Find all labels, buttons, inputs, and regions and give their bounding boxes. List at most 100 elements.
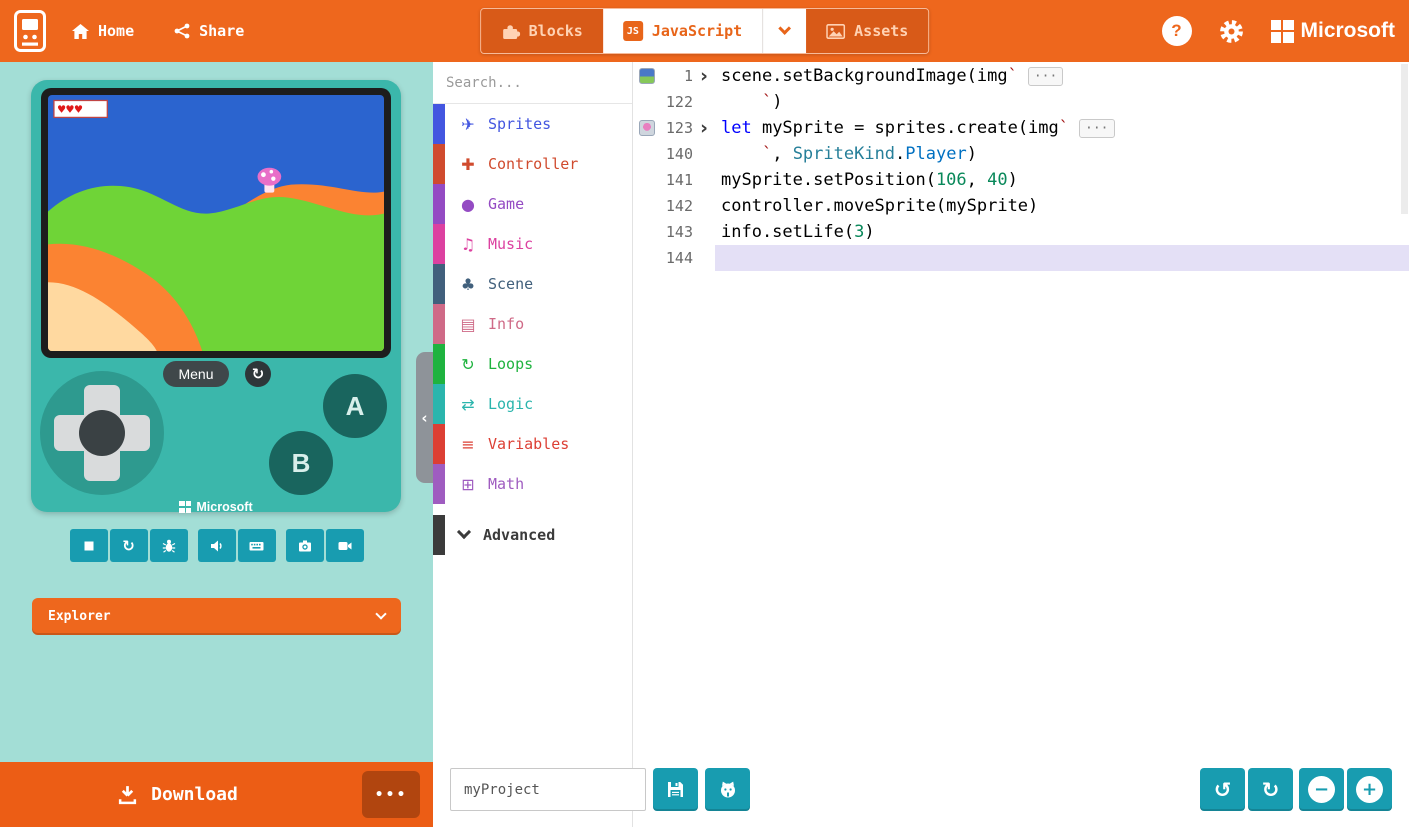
image-preview-glyph[interactable] — [639, 68, 655, 84]
toolbox-advanced[interactable]: Advanced — [433, 515, 632, 555]
download-label: Download — [151, 784, 238, 805]
toolbox-category-loops[interactable]: ↻Loops — [433, 344, 632, 384]
toolbox: ✈ Sprites ✚Controller●Game♫Music♣Scene ▤ Inf… — [433, 62, 633, 827]
code-line-140[interactable]: 140 `, SpriteKind.Player) — [634, 141, 1409, 167]
sim-restart-button[interactable]: ↻ — [110, 529, 148, 562]
category-color-strip — [433, 344, 445, 384]
code-line-143[interactable]: 143 info.setLife(3) — [634, 219, 1409, 245]
code-line-1[interactable]: 1›scene.setBackgroundImage(img`··· — [634, 63, 1409, 89]
toolbox-category-game[interactable]: ●Game — [433, 184, 632, 224]
download-options-button[interactable]: ••• — [362, 771, 420, 818]
home-button[interactable]: Home — [72, 22, 134, 40]
redo-button[interactable]: ↻ — [1248, 768, 1293, 811]
makecode-arcade-logo[interactable] — [14, 10, 46, 52]
search-input[interactable] — [446, 75, 625, 91]
sim-dpad[interactable] — [40, 371, 164, 495]
tab-blocks[interactable]: Blocks — [481, 9, 603, 53]
code-line-144[interactable]: 144 — [634, 245, 1409, 271]
toolbox-category-controller[interactable]: ✚Controller — [433, 144, 632, 184]
redo-icon: ↻ — [1262, 778, 1280, 802]
undo-button[interactable]: ↺ — [1200, 768, 1245, 811]
github-button[interactable] — [705, 768, 750, 811]
info-icon: ▤ — [457, 315, 479, 334]
scrollbar-thumb[interactable] — [1401, 64, 1408, 214]
sim-microsoft-logo: Microsoft — [31, 500, 401, 514]
advanced-label: Advanced — [483, 526, 555, 544]
sim-screenshot-button[interactable] — [286, 529, 324, 562]
folded-code-ellipsis[interactable]: ··· — [1028, 67, 1063, 86]
project-name-input[interactable] — [450, 768, 646, 811]
settings-button[interactable] — [1218, 18, 1245, 45]
sim-menu-button[interactable]: Menu — [163, 361, 229, 387]
microsoft-logo: Microsoft — [1271, 19, 1396, 43]
toolbox-category-logic[interactable]: ⇄Logic — [433, 384, 632, 424]
stop-icon — [81, 538, 97, 554]
save-project-button[interactable] — [653, 768, 698, 811]
chevron-down-icon — [457, 525, 471, 539]
category-color-strip — [433, 224, 445, 264]
line-number: 143 — [657, 223, 693, 241]
glyph-margin — [639, 94, 655, 110]
record-video-icon — [337, 538, 353, 554]
image-preview-glyph[interactable] — [639, 120, 655, 136]
code-line-141[interactable]: 141mySprite.setPosition(106, 40) — [634, 167, 1409, 193]
sim-button-b[interactable]: B — [269, 431, 333, 495]
folded-code-ellipsis[interactable]: ··· — [1079, 119, 1114, 138]
tab-assets[interactable]: Assets — [806, 9, 928, 53]
sim-refresh-button[interactable]: ↻ — [245, 361, 271, 387]
hearts: ♥♥♥ — [58, 101, 83, 116]
sim-debug-button[interactable] — [150, 529, 188, 562]
toolbox-category-sprites[interactable]: ✈ Sprites — [433, 104, 632, 144]
editor-scrollbar[interactable] — [1400, 62, 1409, 827]
variables-icon: ≡ — [457, 435, 479, 454]
code-line-122[interactable]: 122 `) — [634, 89, 1409, 115]
code-line-123[interactable]: 123›let mySprite = sprites.create(img`··… — [634, 115, 1409, 141]
dpad-center — [79, 410, 125, 456]
home-icon — [72, 24, 89, 39]
editor-mode-tabs: Blocks JS JavaScript Assets — [480, 8, 930, 54]
explorer-toggle[interactable]: Explorer — [32, 598, 401, 635]
simulator-panel: ♥♥♥ Menu ↻ A B Microsoft ‹ — [0, 62, 433, 827]
fold-arrow-icon[interactable]: › — [693, 117, 715, 139]
game-icon: ● — [457, 195, 479, 214]
sim-stop-button[interactable] — [70, 529, 108, 562]
fold-arrow-icon[interactable]: › — [693, 65, 715, 87]
language-dropdown-button[interactable] — [762, 9, 806, 53]
restart-icon: ↻ — [122, 537, 135, 555]
share-label: Share — [199, 22, 244, 40]
code-text: `, SpriteKind.Player) — [715, 141, 1409, 167]
tab-javascript[interactable]: JS JavaScript — [603, 9, 762, 53]
sim-button-a[interactable]: A — [323, 374, 387, 438]
code-line-142[interactable]: 142controller.moveSprite(mySprite) — [634, 193, 1409, 219]
toolbox-category-variables[interactable]: ≡Variables — [433, 424, 632, 464]
github-icon — [718, 780, 738, 799]
math-icon: ⊞ — [457, 475, 479, 494]
controller-icon: ✚ — [457, 155, 479, 174]
help-icon: ? — [1171, 21, 1181, 41]
category-label: Scene — [488, 275, 533, 293]
sim-record-gif-button[interactable] — [326, 529, 364, 562]
line-number: 140 — [657, 145, 693, 163]
sprites-icon: ✈ — [457, 115, 479, 134]
code-lines: 1›scene.setBackgroundImage(img`···122 `)… — [634, 62, 1409, 271]
help-button[interactable]: ? — [1162, 16, 1192, 46]
collapse-simulator-handle[interactable]: ‹ — [416, 352, 433, 483]
zoom-out-icon: − — [1308, 776, 1335, 803]
zoom-out-button[interactable]: − — [1299, 768, 1344, 811]
toolbox-category-math[interactable]: ⊞Math — [433, 464, 632, 504]
sim-mute-button[interactable] — [198, 529, 236, 562]
toolbox-category-info[interactable]: ▤ Info — [433, 304, 632, 344]
keyboard-icon — [248, 538, 265, 554]
zoom-in-button[interactable]: + — [1347, 768, 1392, 811]
category-color-strip — [433, 515, 445, 555]
line-number: 1 — [657, 67, 693, 85]
code-editor[interactable]: 1›scene.setBackgroundImage(img`···122 `)… — [634, 62, 1409, 827]
toolbox-category-scene[interactable]: ♣Scene — [433, 264, 632, 304]
share-button[interactable]: Share — [174, 22, 244, 40]
sim-keyboard-button[interactable] — [238, 529, 276, 562]
code-text: info.setLife(3) — [715, 219, 1409, 245]
category-label: Sprites — [488, 115, 551, 133]
button-a-label: A — [346, 391, 365, 422]
toolbox-category-music[interactable]: ♫Music — [433, 224, 632, 264]
category-label: Info — [488, 315, 524, 333]
